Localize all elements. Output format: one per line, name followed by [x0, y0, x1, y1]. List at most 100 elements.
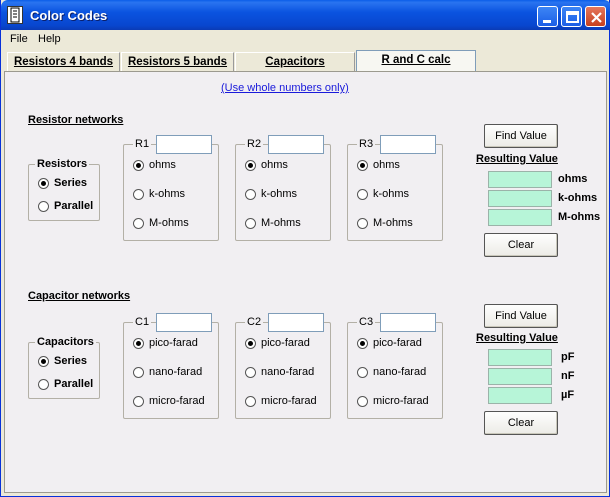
radio-indicator [38, 201, 49, 212]
radio-label: k-ohms [261, 188, 298, 200]
radio-label: Series [54, 177, 88, 189]
maximize-button[interactable] [561, 6, 582, 27]
resistor-unit-m-ohms: M-ohms [558, 211, 601, 223]
radio-indicator [38, 356, 49, 367]
radio-indicator [133, 367, 144, 378]
resistor-mode-title: Resistors [35, 158, 90, 170]
title-bar[interactable]: Color Codes [1, 0, 610, 30]
r1-input[interactable] [156, 135, 212, 154]
resistor-unit-k-ohms: k-ohms [558, 192, 598, 204]
tab-label: Resistors 4 bands [13, 56, 114, 68]
radio-indicator [38, 178, 49, 189]
radio-label: ohms [373, 159, 400, 171]
radio-indicator [357, 396, 368, 407]
radio-label: ohms [261, 159, 288, 171]
r3-input[interactable] [380, 135, 436, 154]
tab-capacitors[interactable]: Capacitors [235, 52, 355, 72]
capacitor-result-nf [488, 368, 552, 385]
capacitor-unit-pf: pF [561, 351, 575, 363]
radio-label: k-ohms [149, 188, 186, 200]
radio-label: Series [54, 355, 88, 367]
radio-label: M-ohms [149, 217, 189, 229]
capacitor-unit-uf: µF [561, 389, 575, 401]
resistor-section-title: Resistor networks [28, 114, 124, 126]
c3-input[interactable] [380, 313, 436, 332]
tab-label: Capacitors [265, 56, 325, 68]
radio-label: nano-farad [149, 366, 203, 378]
radio-label: pico-farad [373, 337, 422, 349]
minimize-icon [543, 20, 551, 23]
radio-indicator [245, 189, 256, 200]
r1-label: R1 [133, 138, 152, 150]
resistor-clear-button[interactable]: Clear [484, 233, 558, 257]
radio-label: micro-farad [149, 395, 205, 407]
resistor-result-k-ohms [488, 190, 552, 207]
menu-file[interactable]: File [10, 33, 28, 45]
capacitor-result-title: Resulting Value [476, 332, 558, 344]
capacitor-mode-title: Capacitors [35, 336, 96, 348]
radio-indicator [245, 367, 256, 378]
radio-label: nano-farad [261, 366, 315, 378]
close-button[interactable] [585, 6, 606, 27]
radio-indicator [357, 218, 368, 229]
c2-input[interactable] [268, 313, 324, 332]
tab-r-and-c-calc[interactable]: R and C calc [356, 50, 476, 72]
capacitor-result-pf [488, 349, 552, 366]
radio-label: nano-farad [373, 366, 427, 378]
radio-indicator [357, 189, 368, 200]
radio-indicator [357, 338, 368, 349]
close-icon [591, 12, 602, 23]
radio-indicator [357, 160, 368, 171]
r2-label: R2 [245, 138, 264, 150]
resistor-find-value-button[interactable]: Find Value [484, 124, 558, 148]
document-icon[interactable] [7, 6, 23, 24]
radio-label: M-ohms [261, 217, 301, 229]
app-window: Color Codes File Help Resistors 4 bands … [0, 0, 610, 497]
radio-indicator [38, 379, 49, 390]
radio-indicator [133, 338, 144, 349]
resistor-result-ohms [488, 171, 552, 188]
radio-label: pico-farad [149, 337, 198, 349]
capacitor-section-title: Capacitor networks [28, 290, 131, 302]
c1-label: C1 [133, 316, 152, 328]
r2-input[interactable] [268, 135, 324, 154]
maximize-icon [566, 11, 579, 23]
radio-indicator [245, 218, 256, 229]
window-title: Color Codes [30, 8, 108, 23]
menu-bar: File Help [1, 30, 609, 50]
radio-label: M-ohms [373, 217, 413, 229]
radio-label: Parallel [54, 378, 94, 390]
c3-label: C3 [357, 316, 376, 328]
radio-label: k-ohms [373, 188, 410, 200]
radio-indicator [133, 189, 144, 200]
radio-indicator [133, 396, 144, 407]
radio-indicator [245, 160, 256, 171]
resistor-result-m-ohms [488, 209, 552, 226]
radio-label: ohms [149, 159, 176, 171]
radio-label: pico-farad [261, 337, 310, 349]
menu-help[interactable]: Help [38, 33, 61, 45]
c2-label: C2 [245, 316, 264, 328]
tab-resistors-5-bands[interactable]: Resistors 5 bands [121, 52, 234, 72]
radio-indicator [245, 396, 256, 407]
c1-input[interactable] [156, 313, 212, 332]
radio-indicator [133, 218, 144, 229]
capacitor-mode-group: Capacitors Series Parallel [28, 336, 100, 399]
tab-resistors-4-bands[interactable]: Resistors 4 bands [7, 52, 120, 72]
radio-indicator [133, 160, 144, 171]
minimize-button[interactable] [537, 6, 558, 27]
radio-label: micro-farad [261, 395, 317, 407]
tab-label: Resistors 5 bands [127, 56, 228, 68]
capacitor-clear-button[interactable]: Clear [484, 411, 558, 435]
radio-indicator [245, 338, 256, 349]
capacitor-unit-nf: nF [561, 370, 575, 382]
tab-strip: Resistors 4 bands Resistors 5 bands Capa… [1, 50, 609, 72]
capacitor-result-uf [488, 387, 552, 404]
resistor-unit-ohms: ohms [558, 173, 588, 185]
whole-numbers-note[interactable]: (Use whole numbers only) [221, 82, 349, 94]
capacitor-find-value-button[interactable]: Find Value [484, 304, 558, 328]
radio-indicator [357, 367, 368, 378]
r3-label: R3 [357, 138, 376, 150]
resistor-mode-group: Resistors Series Parallel [28, 158, 100, 221]
resistor-result-title: Resulting Value [476, 153, 558, 165]
